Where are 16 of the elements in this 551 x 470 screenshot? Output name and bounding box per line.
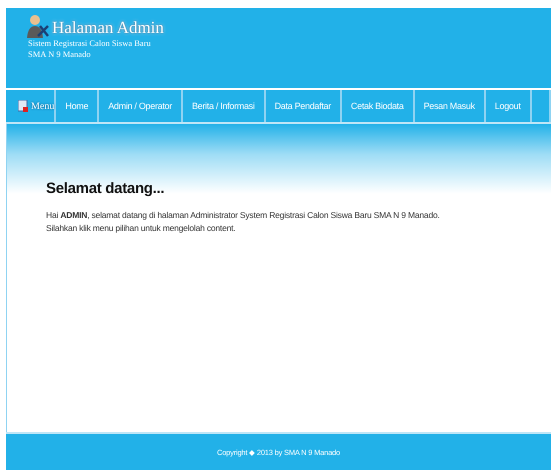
nav-link[interactable]: Cetak Biodata xyxy=(342,90,415,122)
nav-link[interactable]: Berita / Informasi xyxy=(182,90,266,122)
app-title: Halaman Admin xyxy=(52,18,164,38)
nav-link[interactable]: Home xyxy=(56,90,100,122)
app-subtitle: Sistem Registrasi Calon Siswa Baru xyxy=(28,38,152,49)
menu-label: Menu xyxy=(31,100,54,112)
welcome-heading: Selamat datang... xyxy=(46,180,166,197)
menu-icon xyxy=(18,100,28,112)
app-subtitle: SMA N 9 Manado xyxy=(28,49,92,60)
nav-link[interactable]: Data Pendaftar xyxy=(266,90,342,122)
nav-link[interactable]: Admin / Operator xyxy=(99,90,183,122)
nav-link[interactable]: Logout xyxy=(486,90,532,122)
nav-link[interactable]: Pesan Masuk xyxy=(414,90,486,122)
welcome-text: Silahkan klik menu pilihan untuk mengelolah content. xyxy=(46,222,236,235)
welcome-text: Hai ADMIN, selamat datang di halaman Administrator System Registrasi Calon Siswa Baru SMA N 9 Manado. xyxy=(46,209,441,222)
admin-user-icon xyxy=(26,14,50,38)
